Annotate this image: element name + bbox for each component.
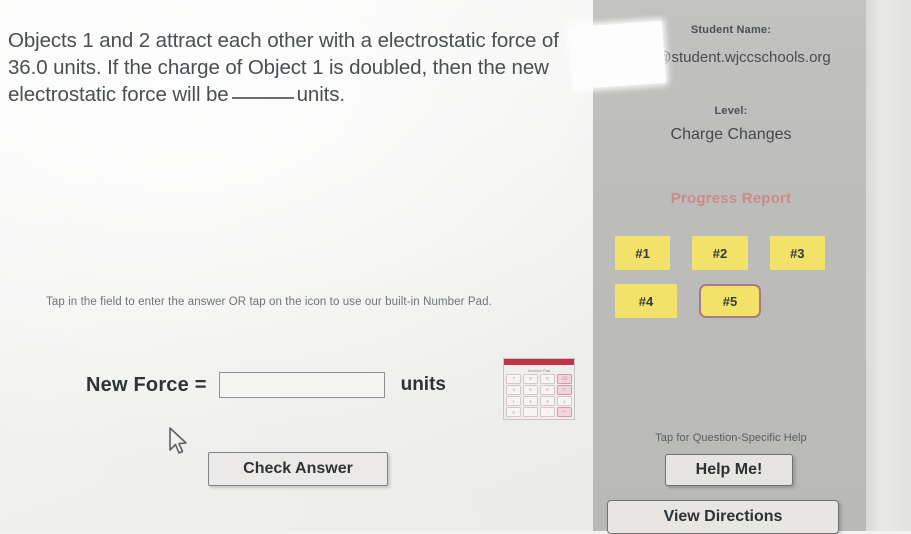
progress-item-5[interactable]: #5 xyxy=(699,284,761,318)
question-prompt: Objects 1 and 2 attract each other with … xyxy=(8,27,598,108)
answer-entry-row: New Force = units xyxy=(86,372,446,398)
numpad-key: 7 xyxy=(506,374,522,384)
numpad-key: 8 xyxy=(522,374,539,384)
numpad-key: . xyxy=(522,407,539,417)
question-text-part1: Objects 1 and 2 attract each other with … xyxy=(8,29,559,106)
view-directions-button[interactable]: View Directions xyxy=(607,500,839,534)
name-redaction-sticker xyxy=(569,20,667,90)
numpad-key: 9 xyxy=(539,374,556,384)
answer-input[interactable] xyxy=(218,372,385,398)
progress-row: #4 #5 xyxy=(615,284,847,318)
numpad-key: ⌫ xyxy=(556,374,572,384)
progress-item-3[interactable]: #3 xyxy=(769,236,825,270)
check-answer-button[interactable]: Check Answer xyxy=(208,452,388,486)
level-label: Level: xyxy=(714,105,748,117)
answer-units-label: units xyxy=(400,374,446,395)
help-hint-text: Tap for Question-Specific Help xyxy=(655,432,807,444)
tap-instruction-text: Tap in the field to enter the answer OR … xyxy=(46,296,492,308)
progress-report-title: Progress Report xyxy=(670,190,792,207)
numpad-key: 2 xyxy=(522,396,539,406)
numpad-key: 3 xyxy=(539,396,556,406)
numpad-key: C xyxy=(556,385,572,395)
numpad-key: 4 xyxy=(506,385,522,395)
new-force-label: New Force = xyxy=(86,373,207,396)
numpad-key: - xyxy=(539,407,556,417)
progress-item-4[interactable]: #4 xyxy=(615,284,677,318)
progress-item-1[interactable]: #1 xyxy=(615,236,671,270)
number-pad-icon[interactable]: Number Pad 7 8 9 ⌫ 4 5 6 C 1 2 3 x 0 . -… xyxy=(503,358,575,420)
progress-report-grid: #1 #2 #3 #4 #5 xyxy=(615,236,847,332)
progress-item-2[interactable]: #2 xyxy=(692,236,748,270)
numpad-key: 0 xyxy=(506,407,522,417)
numpad-key: 1 xyxy=(506,396,522,406)
numpad-key: ↵ xyxy=(556,407,572,417)
progress-row: #1 #2 #3 xyxy=(615,236,847,270)
numpad-icon-title: Number Pad xyxy=(527,368,551,373)
help-me-button[interactable]: Help Me! xyxy=(665,454,793,486)
question-text-part2: units. xyxy=(296,83,346,106)
numpad-icon-keys: 7 8 9 ⌫ 4 5 6 C 1 2 3 x 0 . - ↵ xyxy=(506,374,572,417)
level-value: Charge Changes xyxy=(670,126,792,143)
answer-blank xyxy=(231,97,294,99)
numpad-key: 6 xyxy=(539,385,556,395)
page-edge-highlight xyxy=(866,0,911,531)
numpad-icon-titlebar xyxy=(504,359,574,365)
numpad-key: 5 xyxy=(522,385,539,395)
numpad-key: x xyxy=(556,396,572,406)
